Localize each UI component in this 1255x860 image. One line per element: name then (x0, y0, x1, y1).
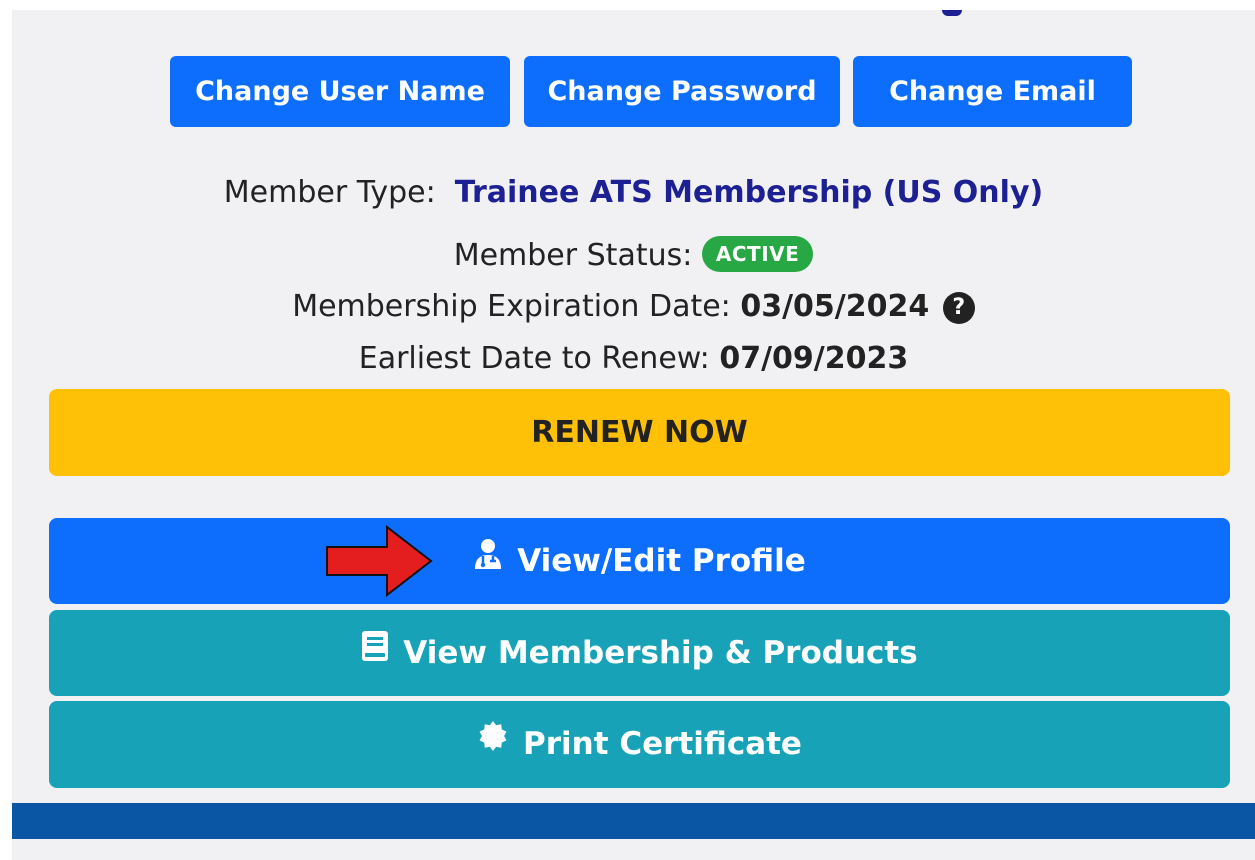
earliest-renew-label: Earliest Date to Renew: (358, 341, 710, 376)
view-edit-profile-button[interactable]: View/Edit Profile (49, 518, 1230, 604)
member-type-line: Member Type: Trainee ATS Membership (US … (12, 175, 1255, 210)
cut-off-heading-fragment (942, 10, 962, 16)
user-doctor-icon (473, 517, 503, 603)
red-arrow-icon (325, 524, 435, 601)
expiration-date-line: Membership Expiration Date: 03/05/2024 ? (12, 289, 1255, 324)
change-user-name-button[interactable]: Change User Name (170, 56, 510, 127)
earliest-renew-line: Earliest Date to Renew: 07/09/2023 (12, 341, 1255, 376)
expiration-date-label: Membership Expiration Date: (292, 289, 731, 324)
account-panel: Change User Name Change Password Change … (12, 10, 1255, 803)
view-membership-products-label: View Membership & Products (403, 635, 918, 671)
question-circle-icon[interactable]: ? (942, 292, 975, 324)
view-edit-profile-label: View/Edit Profile (517, 543, 806, 579)
renew-now-button[interactable]: RENEW NOW (49, 389, 1230, 476)
page-bottom-strip (12, 839, 1255, 860)
footer-bar (12, 803, 1255, 839)
status-badge: ACTIVE (701, 236, 814, 272)
view-membership-products-button[interactable]: View Membership & Products (49, 610, 1230, 696)
certificate-icon (477, 699, 509, 786)
book-icon (361, 609, 389, 695)
change-email-button[interactable]: Change Email (853, 56, 1132, 127)
member-type-value: Trainee ATS Membership (US Only) (454, 175, 1044, 210)
member-status-label: Member Status: (453, 238, 693, 273)
expiration-date-value: 03/05/2024 (740, 289, 930, 324)
earliest-renew-value: 07/09/2023 (719, 341, 909, 376)
print-certificate-label: Print Certificate (523, 726, 802, 762)
change-password-button[interactable]: Change Password (524, 56, 840, 127)
member-type-label: Member Type: (223, 175, 436, 210)
print-certificate-button[interactable]: Print Certificate (49, 701, 1230, 788)
member-status-line: Member Status: ACTIVE (12, 236, 1255, 273)
